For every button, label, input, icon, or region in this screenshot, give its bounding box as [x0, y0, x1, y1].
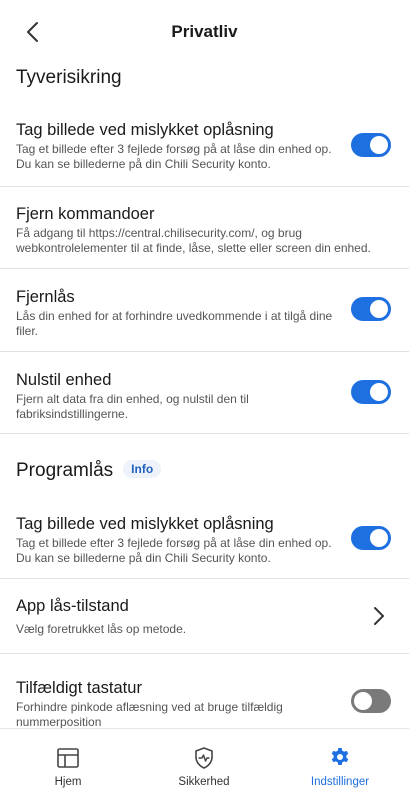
setting-title: Fjern kommandoer — [16, 205, 155, 223]
nav-item-security[interactable]: Sikkerhed — [136, 729, 272, 800]
toggle-knob — [370, 300, 388, 318]
divider — [0, 268, 409, 269]
setting-title: Tilfældigt tastatur — [16, 679, 142, 697]
setting-row-random-keyboard[interactable]: Tilfældigt tastatur Forhindre pinkode af… — [0, 676, 409, 728]
nav-item-settings[interactable]: Indstillinger — [272, 729, 408, 800]
setting-description: Forhindre pinkode aflæsning ved at bruge… — [16, 700, 283, 728]
setting-title: App lås-tilstand — [16, 597, 129, 615]
setting-row-remote-commands[interactable]: Fjern kommandoer Få adgang til https://c… — [0, 202, 409, 266]
reset-device-toggle[interactable] — [351, 380, 391, 404]
section-title-applock: Programlås Info — [16, 460, 162, 482]
section-title-text: Programlås — [16, 460, 114, 481]
divider — [0, 186, 409, 187]
setting-description: Lås din enhed for at forhindre uvedkomme… — [16, 309, 333, 338]
random-keyboard-toggle[interactable] — [351, 689, 391, 713]
setting-description: Fjern alt data fra din enhed, og nulstil… — [16, 392, 249, 421]
remote-lock-toggle[interactable] — [351, 297, 391, 321]
setting-description: Få adgang til https://central.chilisecur… — [16, 226, 371, 255]
divider — [0, 351, 409, 352]
setting-title: Tag billede ved mislykket oplåsning — [16, 121, 274, 139]
applock-failed-unlock-photo-toggle[interactable] — [351, 526, 391, 550]
setting-description: Tag et billede efter 3 fejlede forsøg på… — [16, 536, 332, 565]
setting-row-reset-device[interactable]: Nulstil enhed Fjern alt data fra din enh… — [0, 368, 409, 432]
divider — [0, 653, 409, 654]
setting-title: Fjernlås — [16, 288, 75, 306]
nav-item-home[interactable]: Hjem — [0, 729, 136, 800]
chevron-right-icon — [374, 607, 384, 625]
divider — [0, 433, 409, 434]
setting-row-failed-unlock-photo[interactable]: Tag billede ved mislykket oplåsning Tag … — [0, 118, 409, 192]
section-title-theft: Tyverisikring — [16, 67, 122, 88]
toggle-knob — [370, 383, 388, 401]
toggle-knob — [354, 692, 372, 710]
setting-row-applock-failed-unlock-photo[interactable]: Tag billede ved mislykket oplåsning Tag … — [0, 512, 409, 586]
gear-icon — [331, 748, 349, 765]
nav-label: Sikkerhed — [178, 776, 230, 788]
shield-icon — [195, 747, 213, 769]
setting-description: Vælg foretrukket lås op metode. — [16, 622, 187, 636]
bottom-navigation: Hjem Sikkerhed Indstillinger — [0, 728, 409, 800]
setting-row-remote-lock[interactable]: Fjernlås Lås din enhed for at forhindre … — [0, 285, 409, 349]
setting-title: Tag billede ved mislykket oplåsning — [16, 515, 274, 533]
setting-row-app-lock-mode[interactable]: App lås-tilstand Vælg foretrukket lås op… — [0, 594, 409, 654]
toggle-knob — [370, 136, 388, 154]
app-header: Privatliv — [0, 0, 409, 64]
page-title: Privatliv — [171, 22, 238, 41]
setting-description: Tag et billede efter 3 fejlede forsøg på… — [16, 142, 332, 171]
settings-list: Tyverisikring Tag billede ved mislykket … — [0, 64, 409, 728]
divider — [0, 578, 409, 579]
failed-unlock-photo-toggle[interactable] — [351, 133, 391, 157]
home-icon — [57, 748, 79, 768]
setting-title: Nulstil enhed — [16, 371, 112, 389]
toggle-knob — [370, 529, 388, 547]
nav-label: Hjem — [54, 776, 82, 788]
info-button[interactable]: Info — [123, 460, 162, 478]
nav-label: Indstillinger — [310, 776, 370, 788]
